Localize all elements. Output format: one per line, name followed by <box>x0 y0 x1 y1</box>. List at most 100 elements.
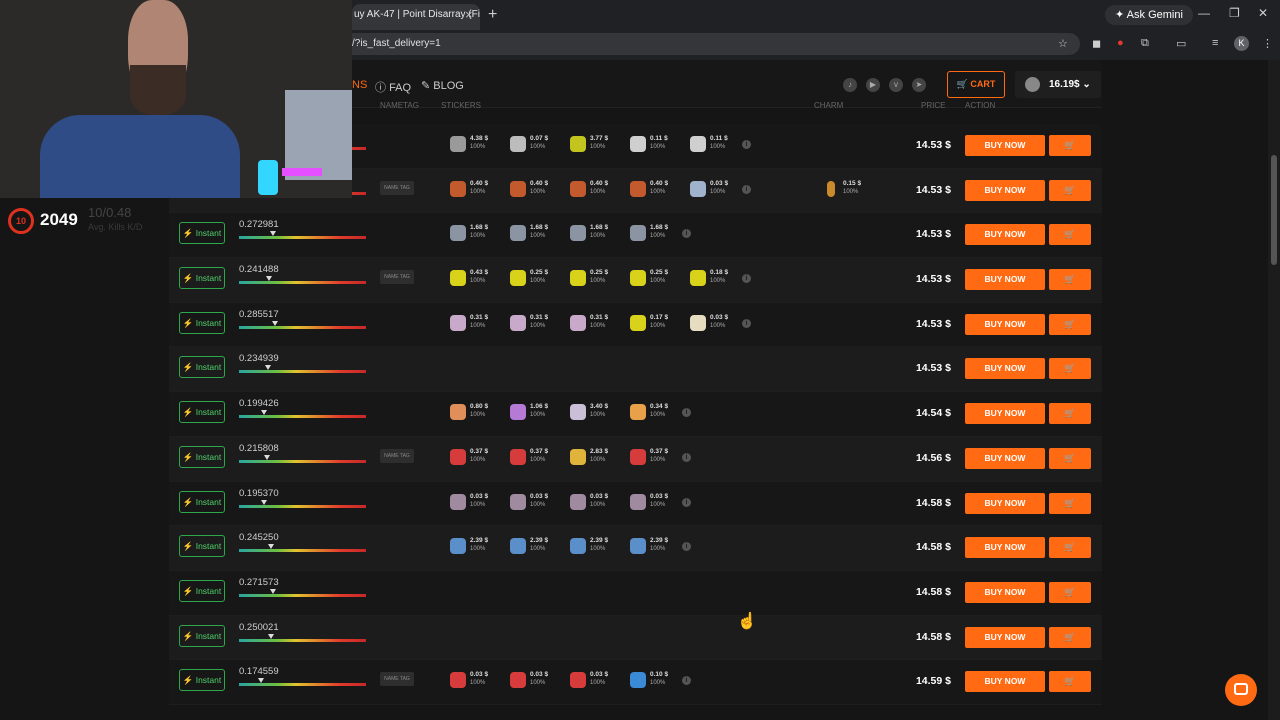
cart-button[interactable]: 🛒 CART <box>947 71 1005 98</box>
info-icon[interactable]: i <box>742 184 751 194</box>
info-icon[interactable]: i <box>682 676 691 686</box>
column-header-charm[interactable]: CHARM <box>814 101 843 110</box>
info-icon[interactable]: i <box>682 542 691 552</box>
cast-icon[interactable]: ▭ <box>1176 37 1186 50</box>
nav-link-partial[interactable]: NS <box>352 79 367 91</box>
sticker[interactable]: 0.11 $ 100% <box>620 132 678 158</box>
buy-now-button[interactable]: BUY NOW <box>965 671 1045 693</box>
column-header-price[interactable]: PRICE <box>921 101 945 110</box>
add-to-cart-button[interactable]: 🛒 <box>1049 269 1091 291</box>
sticker[interactable]: 0.40 $ 100% <box>440 177 498 203</box>
sticker[interactable]: 0.34 $ 100% <box>620 400 678 426</box>
add-to-cart-button[interactable]: 🛒 <box>1049 492 1091 514</box>
info-icon[interactable]: i <box>682 408 691 418</box>
browser-tab[interactable]: uy AK-47 | Point Disarray (Fiel <box>352 4 480 30</box>
scrollbar-thumb[interactable] <box>1271 155 1277 265</box>
buy-now-button[interactable]: BUY NOW <box>965 537 1045 559</box>
sticker[interactable]: 0.03 $ 100% <box>560 490 618 516</box>
info-icon[interactable]: i <box>742 318 751 328</box>
sticker[interactable]: 0.31 $ 100% <box>440 311 498 337</box>
sticker[interactable]: 0.40 $ 100% <box>560 177 618 203</box>
tab-close-icon[interactable]: × <box>465 7 473 22</box>
buy-now-button[interactable]: BUY NOW <box>965 313 1045 335</box>
buy-now-button[interactable]: BUY NOW <box>965 581 1045 603</box>
add-to-cart-button[interactable]: 🛒 <box>1049 581 1091 603</box>
close-window-icon[interactable]: ✕ <box>1258 6 1268 20</box>
extension-red-icon[interactable]: ● <box>1117 37 1124 49</box>
add-to-cart-button[interactable]: 🛒 <box>1049 224 1091 246</box>
buy-now-button[interactable]: BUY NOW <box>965 358 1045 380</box>
sticker[interactable]: 0.03 $ 100% <box>560 668 618 694</box>
sticker[interactable]: 2.39 $ 100% <box>500 534 558 560</box>
sticker[interactable]: 0.43 $ 100% <box>440 266 498 292</box>
sticker[interactable]: 0.03 $ 100% <box>440 668 498 694</box>
sticker[interactable]: 2.39 $ 100% <box>620 534 678 560</box>
puzzle-icon[interactable]: ⧉ <box>1141 37 1149 50</box>
vk-icon[interactable]: v <box>889 78 903 92</box>
add-to-cart-button[interactable]: 🛒 <box>1049 626 1091 648</box>
minimize-icon[interactable]: — <box>1198 6 1210 20</box>
sticker[interactable]: 4.38 $ 100% <box>440 132 498 158</box>
new-tab-icon[interactable]: + <box>488 6 502 24</box>
sticker[interactable]: 0.03 $ 100% <box>500 668 558 694</box>
sticker[interactable]: 0.37 $ 100% <box>500 445 558 471</box>
column-header-nametag[interactable]: NAMETAG <box>380 101 419 110</box>
scrollbar[interactable] <box>1268 60 1280 720</box>
address-bar[interactable]: /?is_fast_delivery=1 <box>340 33 1080 55</box>
column-header-stickers[interactable]: STICKERS <box>441 101 481 110</box>
info-icon[interactable]: i <box>682 229 691 239</box>
extension-icon[interactable]: ◼ <box>1092 37 1101 50</box>
sticker[interactable]: 0.03 $ 100% <box>440 490 498 516</box>
name-tag-icon[interactable]: NAME TAG <box>380 270 414 285</box>
charm[interactable]: 0.15 $ 100% <box>813 177 869 203</box>
name-tag-icon[interactable]: NAME TAG <box>380 672 414 687</box>
sticker[interactable]: 0.40 $ 100% <box>500 177 558 203</box>
sticker[interactable]: 0.07 $ 100% <box>500 132 558 158</box>
sticker[interactable]: 0.17 $ 100% <box>620 311 678 337</box>
sticker[interactable]: 0.03 $ 100% <box>500 490 558 516</box>
sticker[interactable]: 0.25 $ 100% <box>560 266 618 292</box>
buy-now-button[interactable]: BUY NOW <box>965 269 1045 291</box>
ask-gemini-button[interactable]: ✦ Ask Gemini <box>1105 5 1193 25</box>
add-to-cart-button[interactable]: 🛒 <box>1049 135 1091 156</box>
sticker[interactable]: 0.40 $ 100% <box>620 177 678 203</box>
sticker[interactable]: 1.68 $ 100% <box>440 221 498 247</box>
nav-link-faq[interactable]: ⓘ FAQ <box>375 79 411 95</box>
sticker[interactable]: 0.11 $ 100% <box>680 132 738 158</box>
sticker[interactable]: 0.10 $ 100% <box>620 668 678 694</box>
sticker[interactable]: 0.80 $ 100% <box>440 400 498 426</box>
add-to-cart-button[interactable]: 🛒 <box>1049 179 1091 201</box>
buy-now-button[interactable]: BUY NOW <box>965 224 1045 246</box>
sticker[interactable]: 3.77 $ 100% <box>560 132 618 158</box>
chat-launcher-button[interactable] <box>1225 674 1257 706</box>
add-to-cart-button[interactable]: 🛒 <box>1049 671 1091 693</box>
sticker[interactable]: 2.83 $ 100% <box>560 445 618 471</box>
sticker[interactable]: 0.03 $ 100% <box>680 311 738 337</box>
sticker[interactable]: 1.68 $ 100% <box>500 221 558 247</box>
add-to-cart-button[interactable]: 🛒 <box>1049 358 1091 380</box>
sticker[interactable]: 1.68 $ 100% <box>560 221 618 247</box>
sticker[interactable]: 0.25 $ 100% <box>620 266 678 292</box>
info-icon[interactable]: i <box>742 140 751 149</box>
youtube-icon[interactable]: ▶ <box>866 78 880 92</box>
buy-now-button[interactable]: BUY NOW <box>965 447 1045 469</box>
add-to-cart-button[interactable]: 🛒 <box>1049 537 1091 559</box>
maximize-icon[interactable]: ❐ <box>1229 6 1240 20</box>
buy-now-button[interactable]: BUY NOW <box>965 135 1045 156</box>
name-tag-icon[interactable]: NAME TAG <box>380 180 414 195</box>
sticker[interactable]: 0.03 $ 100% <box>620 490 678 516</box>
sticker[interactable]: 0.03 $ 100% <box>680 177 738 203</box>
sticker[interactable]: 3.40 $ 100% <box>560 400 618 426</box>
add-to-cart-button[interactable]: 🛒 <box>1049 313 1091 335</box>
sticker[interactable]: 2.39 $ 100% <box>560 534 618 560</box>
sticker[interactable]: 0.37 $ 100% <box>620 445 678 471</box>
buy-now-button[interactable]: BUY NOW <box>965 492 1045 514</box>
menu-lines-icon[interactable]: ≡ <box>1212 37 1218 49</box>
sticker[interactable]: 2.39 $ 100% <box>440 534 498 560</box>
add-to-cart-button[interactable]: 🛒 <box>1049 447 1091 469</box>
sticker[interactable]: 1.68 $ 100% <box>620 221 678 247</box>
sticker[interactable]: 0.25 $ 100% <box>500 266 558 292</box>
bookmark-star-icon[interactable]: ☆ <box>1058 37 1068 50</box>
info-icon[interactable]: i <box>682 452 691 462</box>
sticker[interactable]: 0.31 $ 100% <box>500 311 558 337</box>
